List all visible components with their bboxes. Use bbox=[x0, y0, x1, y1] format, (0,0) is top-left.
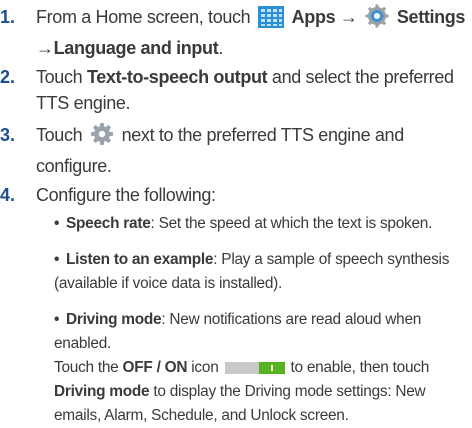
on-off-toggle-icon bbox=[224, 362, 285, 374]
bullet-listen-example: • Listen to an example: Play a sample of … bbox=[54, 248, 470, 296]
settings-gear-icon bbox=[365, 4, 389, 35]
bullet-dot: • bbox=[54, 251, 60, 268]
step-text: From a Home screen, touch Apps → Setting… bbox=[36, 4, 468, 61]
bullet-dot: • bbox=[54, 311, 60, 328]
engine-settings-icon bbox=[90, 122, 114, 153]
step-number: 4. bbox=[0, 185, 16, 205]
step-text: Configure the following: bbox=[36, 185, 216, 205]
bullet-speech-rate: • Speech rate: Set the speed at which the… bbox=[54, 212, 470, 236]
step-number: 3. bbox=[0, 125, 16, 145]
bullet-dot: • bbox=[54, 215, 60, 232]
step-text: Touch next to the preferred TTS engine a… bbox=[36, 122, 468, 179]
step-number: 1. bbox=[0, 7, 16, 27]
toggle-knob bbox=[258, 362, 285, 374]
instruction-page: 1. From a Home screen, touch Apps → Sett… bbox=[0, 0, 472, 424]
bullet-driving-mode: • Driving mode: New notifications are rea… bbox=[54, 308, 470, 428]
apps-grid-icon bbox=[258, 6, 284, 35]
step-number: 2. bbox=[0, 67, 16, 87]
step-text: Touch Text-to-speech output and select t… bbox=[36, 67, 454, 113]
